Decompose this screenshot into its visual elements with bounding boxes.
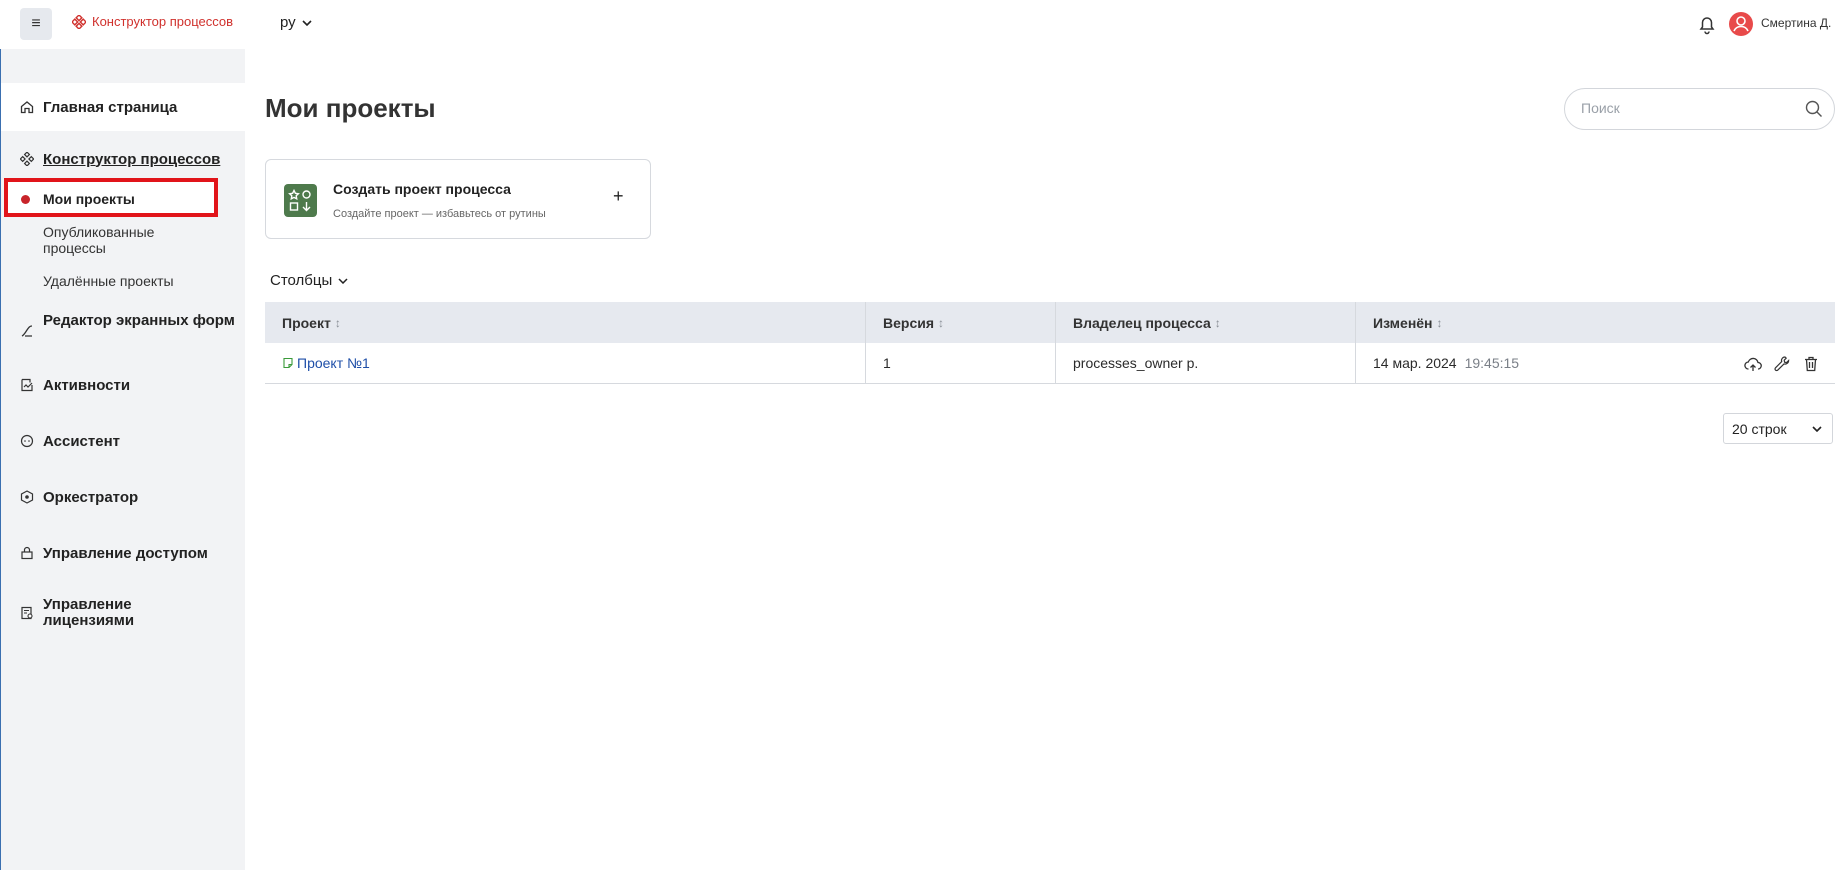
cell-version: 1: [866, 343, 1056, 383]
sidebar-item-access-control[interactable]: Управление доступом: [1, 541, 245, 565]
language-select[interactable]: ру: [280, 14, 312, 31]
modified-time: 19:45:15: [1464, 355, 1520, 371]
header-label: Владелец процесса: [1073, 314, 1211, 331]
column-header-version[interactable]: Версия ↕: [866, 302, 1056, 343]
sidebar-subitem-deleted[interactable]: Удалённые проекты: [43, 273, 174, 289]
settings-tools-icon[interactable]: [1771, 353, 1792, 374]
create-project-subtitle: Создайте проект — избавьтесь от рутины: [333, 208, 546, 220]
rows-per-page-select[interactable]: 20 строк: [1723, 413, 1833, 444]
sidebar-item-activities[interactable]: Активности: [1, 373, 245, 397]
activity-icon: [19, 377, 35, 393]
orchestrator-icon: [19, 489, 35, 505]
sidebar-subitem-published[interactable]: Опубликованные процессы: [43, 224, 193, 256]
projects-table: Проект ↕ Версия ↕ Владелец процесса ↕ Измен…: [265, 302, 1835, 384]
create-process-icon: [284, 184, 317, 217]
rows-per-page-label: 20 строк: [1732, 420, 1787, 437]
cloud-publish-icon[interactable]: [1742, 353, 1763, 374]
cell-project: Проект №1: [265, 343, 866, 383]
sidebar-item-label: Активности: [43, 376, 131, 394]
cell-modified: 14 мар. 2024 19:45:15: [1356, 343, 1835, 383]
chevron-down-icon: [302, 19, 312, 26]
chevron-down-icon: [1812, 425, 1822, 432]
brand-label: Конструктор процессов: [92, 14, 234, 29]
hamburger-icon[interactable]: ≡: [20, 8, 52, 40]
header-label: Проект: [282, 314, 331, 331]
search-box[interactable]: [1564, 88, 1835, 130]
sidebar-item-label: Редактор экранных форм: [43, 312, 235, 329]
sidebar-item-licenses[interactable]: Управление лицензиями: [1, 593, 245, 633]
active-indicator: [21, 195, 30, 204]
sidebar-item-form-editor[interactable]: Редактор экранных форм: [1, 313, 245, 361]
form-editor-icon: [19, 323, 35, 339]
header-label: Версия: [883, 314, 935, 331]
sidebar-item-process-constructor[interactable]: Конструктор процессов: [1, 141, 245, 177]
column-header-owner[interactable]: Владелец процесса ↕: [1056, 302, 1356, 343]
user-icon: [1733, 16, 1749, 32]
column-header-project[interactable]: Проект ↕: [265, 302, 866, 343]
process-logo-icon: [72, 14, 86, 29]
sort-icon[interactable]: ↕: [1437, 316, 1443, 330]
sidebar-item-home[interactable]: Главная страница: [1, 83, 245, 131]
process-icon: [19, 151, 35, 167]
cell-owner: processes_owner p.: [1056, 343, 1356, 383]
home-icon: [19, 99, 35, 115]
modified-date: 14 мар. 2024: [1373, 355, 1457, 371]
columns-label: Столбцы: [270, 272, 333, 289]
project-name: Проект №1: [297, 355, 370, 371]
sidebar-item-label: Ассистент: [43, 432, 120, 450]
language-label: ру: [280, 14, 296, 31]
header-label: Изменён: [1373, 314, 1433, 331]
column-header-modified[interactable]: Изменён ↕: [1356, 302, 1835, 343]
table-header: Проект ↕ Версия ↕ Владелец процесса ↕ Измен…: [265, 302, 1835, 343]
table-row[interactable]: Проект №1 1 processes_owner p. 14 мар. 2…: [265, 343, 1835, 384]
license-icon: [19, 605, 35, 621]
sort-icon[interactable]: ↕: [1215, 316, 1221, 330]
sidebar: Главная страница Конструктор процессов Р…: [1, 49, 245, 870]
chevron-down-icon: [338, 277, 348, 284]
brand-link[interactable]: Конструктор процессов: [72, 14, 233, 29]
sidebar-item-label: Управление доступом: [43, 544, 208, 562]
columns-button[interactable]: Столбцы: [270, 272, 348, 289]
sidebar-item-label: Главная страница: [43, 98, 178, 116]
top-bar: ≡ Конструктор процессов ру Смертина Д.: [0, 0, 1848, 49]
bell-icon[interactable]: [1696, 13, 1718, 35]
sidebar-subitem-label[interactable]: Мои проекты: [43, 191, 135, 207]
process-file-icon: [283, 357, 293, 369]
sidebar-item-assistant[interactable]: Ассистент: [1, 429, 245, 453]
page-title: Мои проекты: [265, 93, 436, 123]
avatar[interactable]: [1729, 12, 1753, 36]
create-project-title: Создать проект процесса: [333, 181, 511, 197]
row-actions: [1742, 353, 1821, 374]
sort-icon[interactable]: ↕: [335, 316, 341, 330]
search-icon[interactable]: [1804, 99, 1824, 119]
project-link[interactable]: Проект №1: [282, 355, 370, 371]
assistant-icon: [19, 433, 35, 449]
trash-icon[interactable]: [1800, 353, 1821, 374]
plus-icon[interactable]: +: [613, 186, 624, 207]
user-name[interactable]: Смертина Д.: [1761, 16, 1831, 30]
access-icon: [19, 545, 35, 561]
create-project-card[interactable]: Создать проект процесса Создайте проект …: [265, 159, 651, 239]
sidebar-item-orchestrator[interactable]: Оркестратор: [1, 485, 245, 509]
sidebar-item-label: Конструктор процессов: [43, 150, 221, 168]
search-input[interactable]: [1581, 100, 1781, 116]
sidebar-item-label: Оркестратор: [43, 488, 139, 506]
sort-icon[interactable]: ↕: [938, 316, 944, 330]
sidebar-item-label: Управление лицензиями: [43, 596, 135, 629]
